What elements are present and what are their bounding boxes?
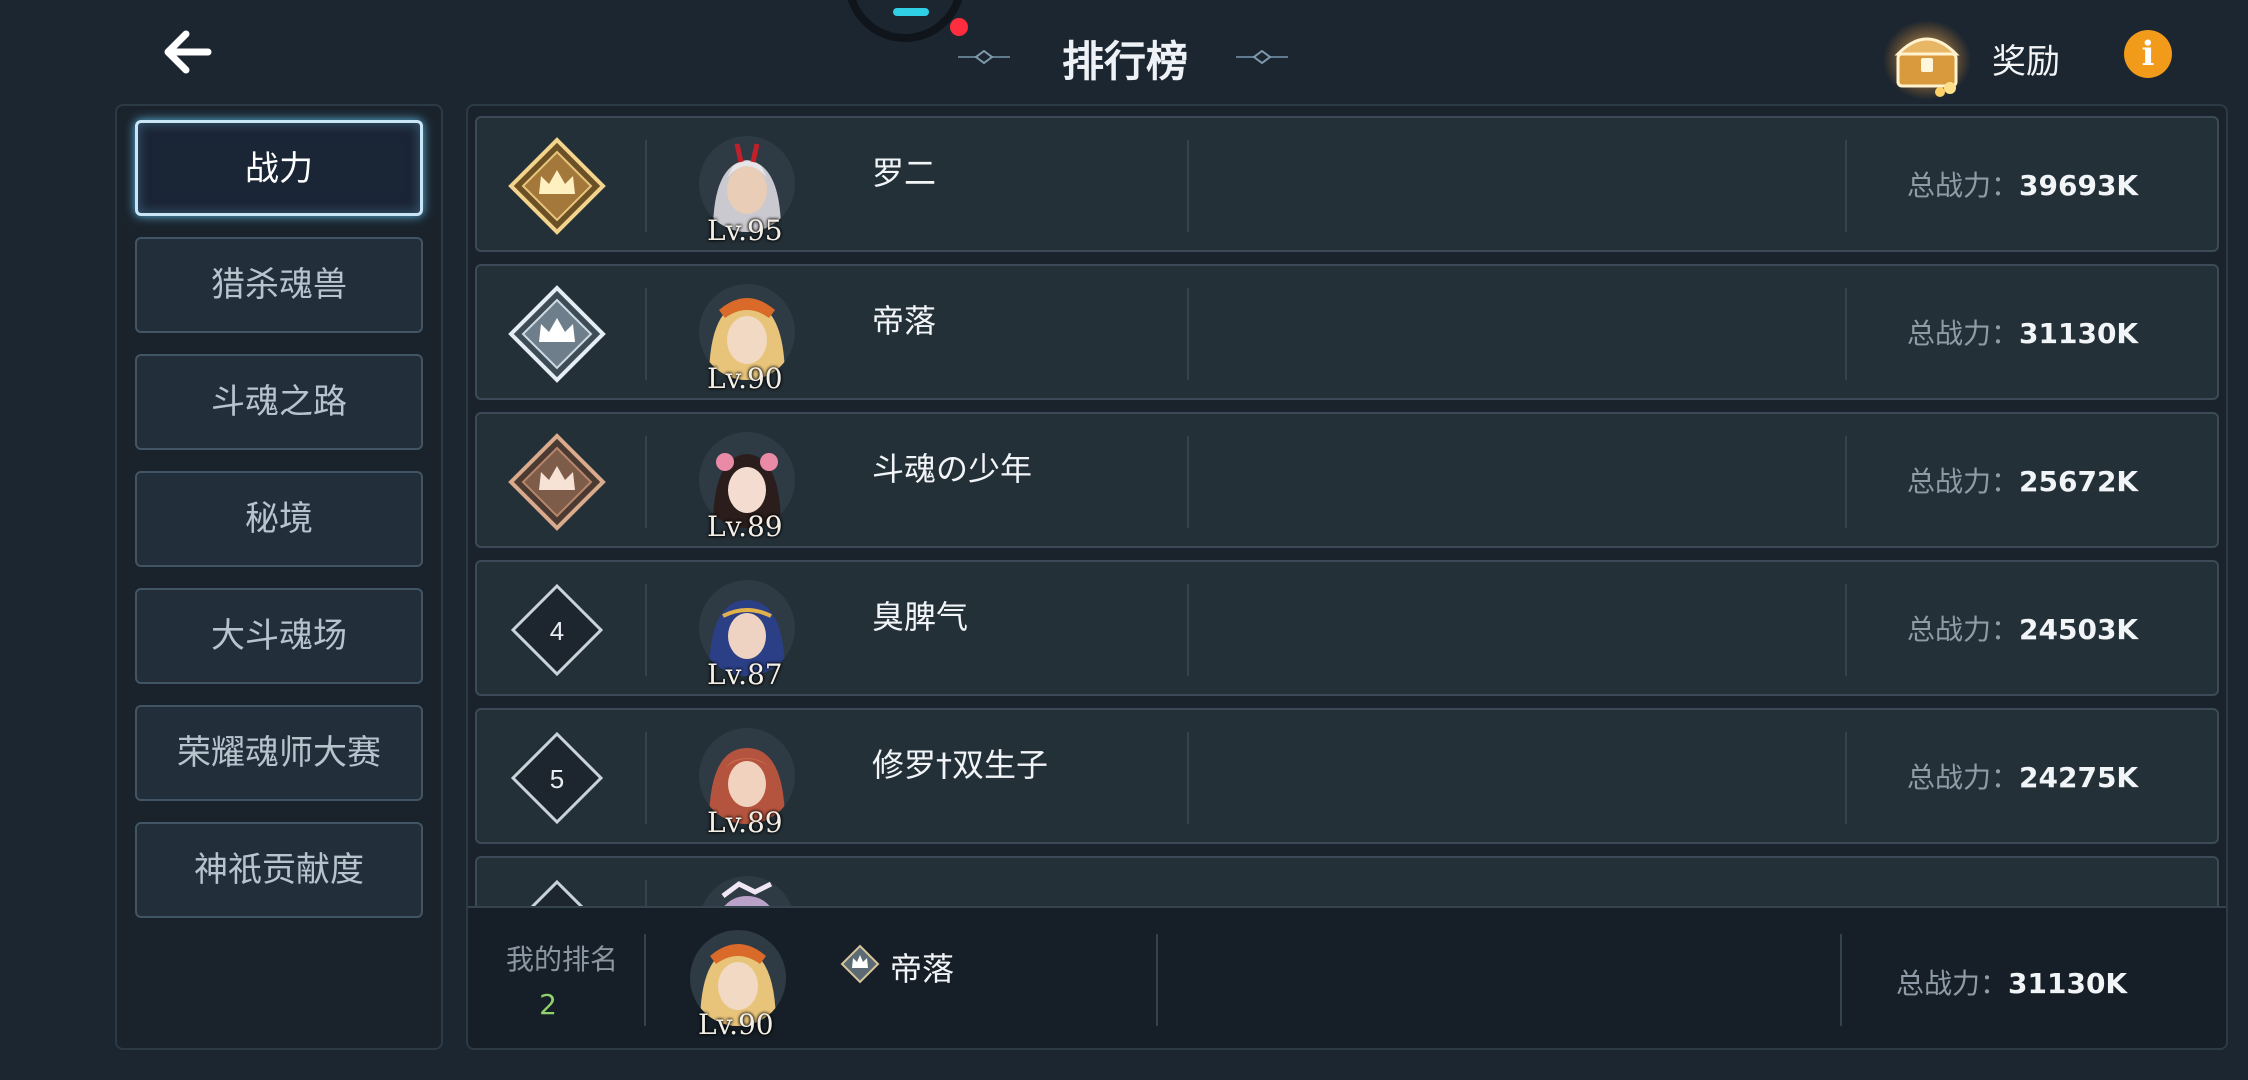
table-row[interactable]: Lv.90 帝落 总战力：31130K <box>475 264 2219 400</box>
page-title: 排行榜 <box>1061 37 1188 86</box>
level-text: Lv.87 <box>707 658 783 691</box>
tab-glory-tournament[interactable]: 荣耀魂师大赛 <box>135 705 423 801</box>
level-text: Lv.95 <box>707 214 783 247</box>
back-arrow-icon[interactable] <box>158 22 218 82</box>
player-name: 罗二 <box>872 154 937 192</box>
total-power: 总战力：24275K <box>1907 761 2139 794</box>
reward-label[interactable]: 奖励 <box>1992 34 2060 83</box>
player-name: 修罗†双生子 <box>872 746 1049 784</box>
total-power: 总战力：24503K <box>1907 613 2139 646</box>
leaderboard-list[interactable]: Lv.95 罗二 总战力：39693K Lv.90 帝落 总战力：31130K … <box>468 106 2226 906</box>
table-row[interactable]: Lv.89 斗魂の少年 总战力：25672K <box>475 412 2219 548</box>
level-text: Lv.89 <box>707 806 783 839</box>
svg-text:5: 5 <box>550 764 564 794</box>
svg-text:4: 4 <box>550 616 564 646</box>
notification-dot <box>950 18 968 36</box>
player-name: 帝落 <box>872 302 937 340</box>
rank-diamond-icon: 4 <box>510 583 604 677</box>
status-dial-icon[interactable] <box>845 0 968 42</box>
table-row[interactable]: 5 Lv.89 修罗†双生子 总战力：24275K <box>475 708 2219 844</box>
total-power: 总战力：31130K <box>1907 317 2139 350</box>
player-name: 斗魂の少年 <box>872 450 1033 488</box>
leaderboard-panel: Lv.95 罗二 总战力：39693K Lv.90 帝落 总战力：31130K … <box>466 104 2228 1050</box>
tab-grand-arena[interactable]: 大斗魂场 <box>135 588 423 684</box>
tab-soul-road[interactable]: 斗魂之路 <box>135 354 423 450</box>
total-power: 总战力：25672K <box>1907 465 2139 498</box>
total-power: 总战力：39693K <box>1907 169 2139 202</box>
tab-secret-realm[interactable]: 秘境 <box>135 471 423 567</box>
my-rank-label: 我的排名 <box>506 943 619 976</box>
player-name: 臭脾气 <box>872 598 969 636</box>
silver-crown-rank-icon <box>508 285 606 383</box>
rank-diamond-icon: 5 <box>510 731 604 825</box>
avatar[interactable] <box>699 876 795 906</box>
silver-crown-small-icon <box>840 944 880 984</box>
level-text: Lv.90 <box>707 362 783 395</box>
table-row[interactable]: 4 Lv.87 臭脾气 总战力：24503K <box>475 560 2219 696</box>
rank-diamond-icon <box>530 879 584 906</box>
gold-crown-rank-icon <box>508 137 606 235</box>
top-bar: 排行榜 奖励 i <box>0 0 2248 105</box>
table-row[interactable]: Lv.95 罗二 总战力：39693K <box>475 116 2219 252</box>
my-rank-bar: 我的排名 2 Lv.90 帝落 总战力：31130K <box>468 906 2226 1048</box>
info-icon[interactable]: i <box>2124 30 2172 78</box>
my-player-name: 帝落 <box>890 950 955 988</box>
tab-deity-contribution[interactable]: 神祇贡献度 <box>135 822 423 918</box>
my-total-power: 总战力：31130K <box>1896 967 2128 1000</box>
bronze-crown-rank-icon <box>508 433 606 531</box>
my-level-text: Lv.90 <box>698 1008 774 1041</box>
title-ornament-right-icon <box>1236 50 1288 64</box>
tab-hunt-soul-beasts[interactable]: 猎杀魂兽 <box>135 237 423 333</box>
tab-power[interactable]: 战力 <box>135 120 423 216</box>
level-text: Lv.89 <box>707 510 783 543</box>
category-sidebar: 战力 猎杀魂兽 斗魂之路 秘境 大斗魂场 荣耀魂师大赛 神祇贡献度 <box>115 104 443 1050</box>
treasure-chest-icon[interactable] <box>1882 16 1972 100</box>
my-rank-number: 2 <box>539 988 557 1021</box>
table-row[interactable] <box>475 856 2219 906</box>
title-ornament-left-icon <box>958 50 1010 64</box>
